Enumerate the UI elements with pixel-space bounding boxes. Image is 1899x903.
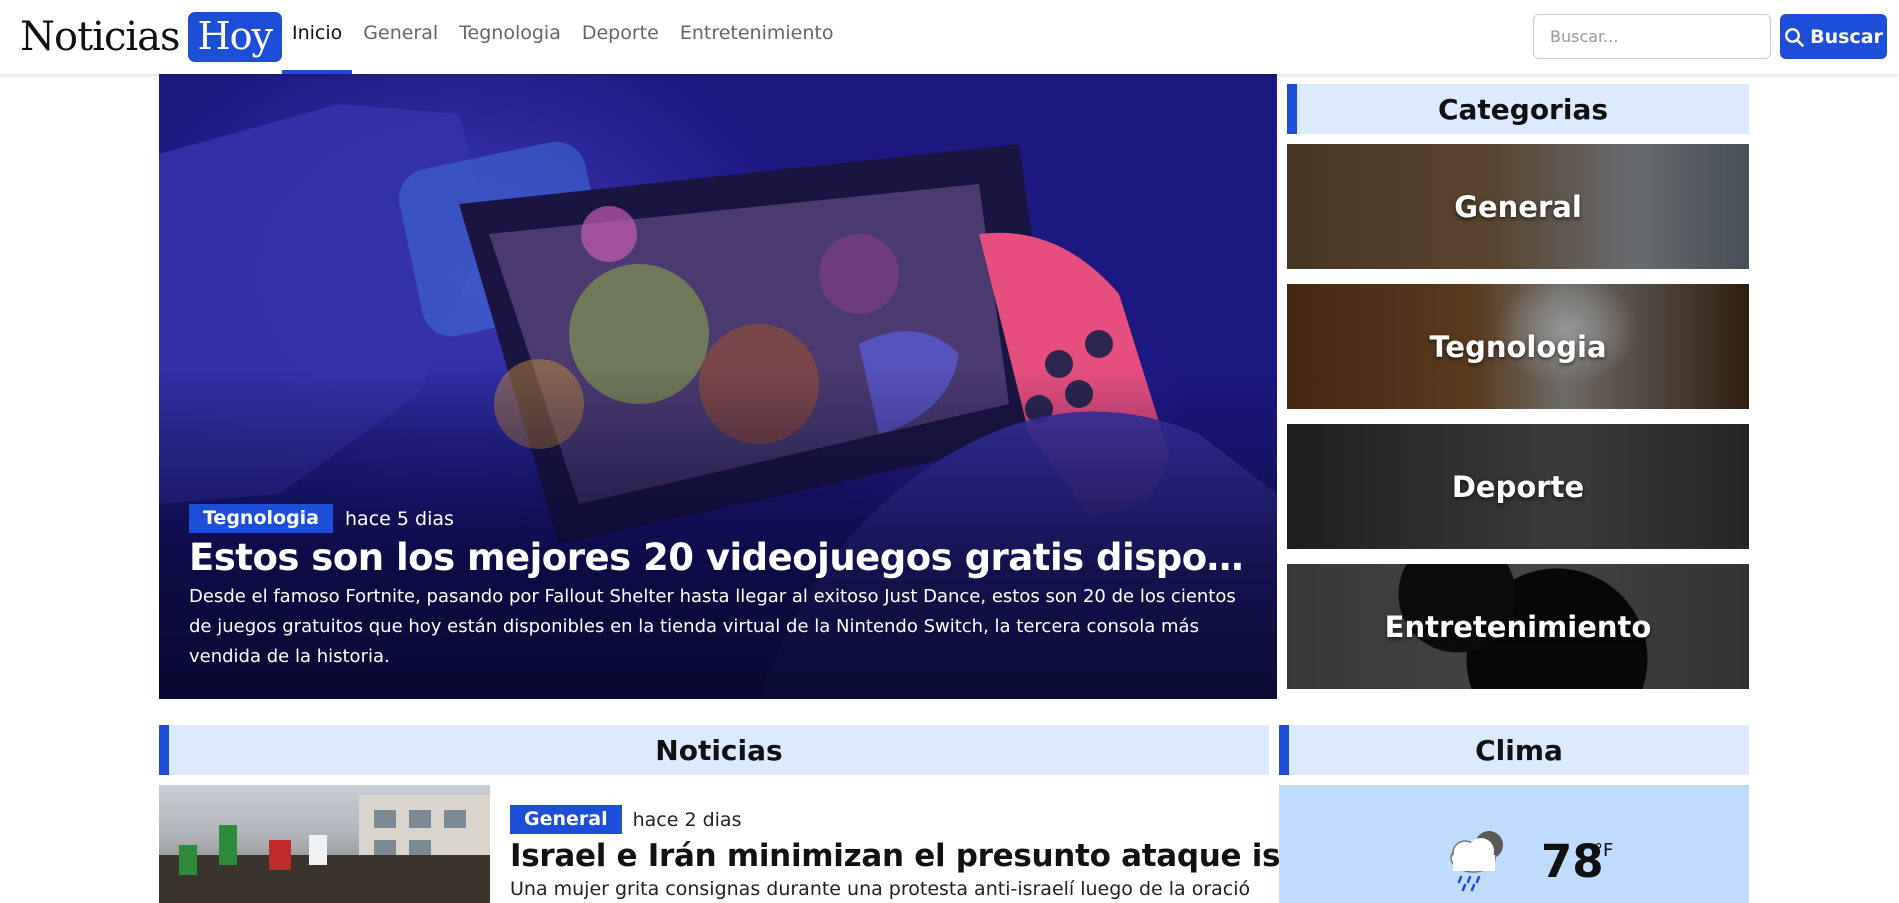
main-nav: Inicio General Tegnologia Deporte Entret…	[282, 0, 844, 74]
hero-description: Desde el famoso Fortnite, pasando por Fa…	[189, 586, 1236, 667]
hero-title[interactable]: Estos son los mejores 20 videojuegos gra…	[189, 536, 1249, 579]
category-label: General	[1454, 189, 1582, 224]
search-icon	[1785, 27, 1804, 47]
featured-article[interactable]: Tegnologia hace 5 dias Estos son los mej…	[159, 74, 1277, 699]
hero-timestamp: hace 5 dias	[345, 507, 454, 530]
nav-item-tegnologia[interactable]: Tegnologia	[449, 0, 571, 74]
weather-heading: Clima	[1279, 725, 1749, 775]
nav-item-entretenimiento[interactable]: Entretenimiento	[670, 0, 844, 74]
site-logo[interactable]: Noticias Hoy	[20, 9, 283, 65]
brand-name: Noticias	[20, 14, 181, 60]
weather-widget: 78 °F	[1279, 785, 1749, 903]
weather-unit: °F	[1594, 840, 1614, 861]
category-label: Deporte	[1451, 469, 1585, 504]
news-category-badge[interactable]: General	[510, 805, 622, 834]
category-card-deporte[interactable]: Deporte	[1287, 424, 1749, 549]
category-label: Tegnologia	[1429, 329, 1607, 364]
category-card-general[interactable]: General	[1287, 144, 1749, 269]
search-button[interactable]: Buscar	[1780, 14, 1887, 59]
categories-heading: Categorias	[1287, 84, 1749, 134]
category-label: Entretenimiento	[1384, 609, 1652, 644]
news-item-description: Una mujer grita consignas durante una pr…	[510, 878, 1250, 900]
news-item-image[interactable]	[159, 785, 490, 903]
search-input[interactable]	[1533, 14, 1771, 59]
top-navbar: Noticias Hoy Inicio General Tegnologia D…	[0, 0, 1899, 74]
news-photo	[159, 795, 490, 903]
news-item-title[interactable]: Israel e Irán minimizan el presunto ataq…	[510, 838, 1357, 874]
hero-meta: Tegnologia hace 5 dias	[189, 504, 454, 533]
rain-cloud-icon	[1450, 831, 1503, 892]
nav-item-inicio[interactable]: Inicio	[282, 0, 353, 74]
category-card-entretenimiento[interactable]: Entretenimiento	[1287, 564, 1749, 689]
category-card-tegnologia[interactable]: Tegnologia	[1287, 284, 1749, 409]
news-timestamp: hace 2 dias	[632, 808, 742, 831]
brand-badge: Hoy	[187, 12, 283, 62]
nav-item-general[interactable]: General	[353, 0, 448, 74]
nav-item-deporte[interactable]: Deporte	[572, 0, 669, 74]
hero-category-badge[interactable]: Tegnologia	[189, 504, 334, 533]
news-item-meta: General hace 2 dias	[510, 805, 741, 834]
news-heading: Noticias	[159, 725, 1269, 775]
search-button-label: Buscar	[1810, 25, 1883, 48]
